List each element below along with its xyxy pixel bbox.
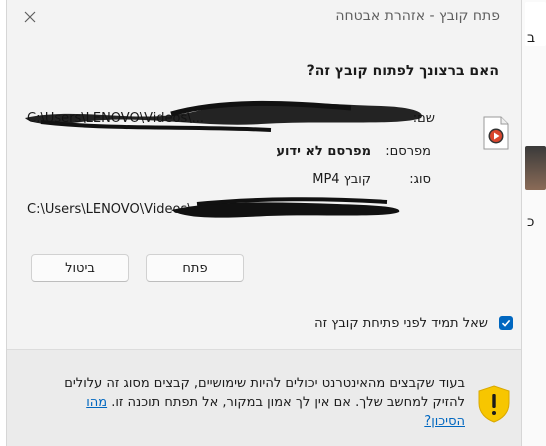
dialog-question: האם ברצונך לפתוח קובץ זה? [306, 63, 499, 79]
warning-text: בעוד שקבצים מהאינטרנט יכולים להיות שימוש… [64, 376, 465, 410]
publisher-label: מפרסם: [385, 144, 431, 159]
file-name-value: C:\Users\LENOVO\Videos\... [27, 111, 205, 126]
security-warning-shield-icon [478, 385, 510, 423]
publisher-value: מפרסם לא ידוע [276, 144, 371, 159]
background-text: כ [527, 214, 535, 230]
title-bar: פתח קובץ - אזהרת אבטחה [7, 0, 521, 34]
background-thumbnail [525, 146, 546, 190]
close-button[interactable] [15, 4, 45, 30]
security-warning-dialog: פתח קובץ - אזהרת אבטחה האם ברצונך לפתוח … [6, 0, 522, 446]
warning-message: בעוד שקבצים מהאינטרנט יכולים להיות שימוש… [45, 374, 465, 431]
background-window-strip: ב כ [521, 0, 546, 446]
video-file-icon [483, 116, 509, 150]
dialog-title: פתח קובץ - אזהרת אבטחה [335, 8, 500, 24]
always-ask-checkbox[interactable] [499, 316, 513, 330]
always-ask-label: שאל תמיד לפני פתיחת קובץ זה [314, 316, 488, 331]
cancel-button[interactable]: ביטול [31, 254, 129, 282]
checkmark-icon [501, 319, 511, 327]
file-name-label: שם: [412, 111, 435, 126]
open-button[interactable]: פתח [146, 254, 244, 282]
file-path-value: C:\Users\LENOVO\Videos\... [27, 202, 205, 217]
file-type-value: קובץ MP4 [312, 172, 371, 187]
close-icon [24, 11, 36, 23]
file-type-label: סוג: [409, 172, 431, 187]
background-text: ב [527, 30, 536, 46]
